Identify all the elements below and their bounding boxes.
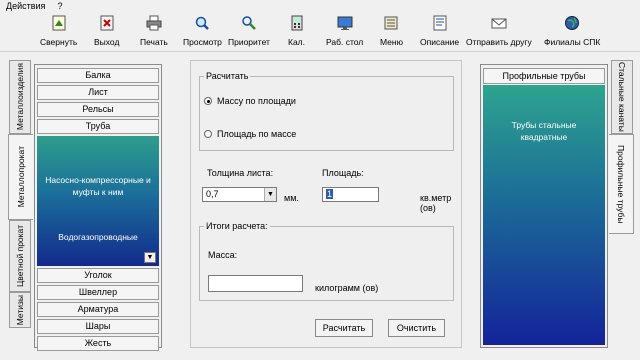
minimize-button[interactable]: Свернуть	[40, 15, 77, 47]
list-item-beam[interactable]: Балка	[37, 68, 159, 83]
exit-icon	[99, 15, 115, 31]
results-title: Итоги расчета:	[206, 221, 268, 231]
radio-area-by-mass[interactable]: Площадь по массе	[204, 129, 296, 139]
calculate-button[interactable]: Расчитать	[315, 319, 373, 337]
profile-pipes-header[interactable]: Профильные трубы	[483, 68, 605, 84]
mass-unit: килограмм (ов)	[315, 283, 379, 293]
dropdown-arrow-icon[interactable]: ▼	[144, 252, 156, 263]
subcategory-water-gas[interactable]: Водогазопроводные	[41, 232, 155, 242]
list-item-pipe[interactable]: Труба	[37, 119, 159, 134]
priority-button[interactable]: Приоритет	[228, 15, 270, 47]
exit-button[interactable]: Выход	[94, 15, 119, 47]
list-item-sheet[interactable]: Лист	[37, 85, 159, 100]
mass-label: Масса:	[208, 250, 238, 260]
menu-actions[interactable]: Действия	[6, 0, 45, 12]
profile-pipes-content: Трубы стальные квадратные	[483, 85, 605, 345]
radio-checked-icon	[204, 97, 212, 105]
menu-icon	[383, 15, 399, 31]
preview-button[interactable]: Просмотр	[183, 15, 222, 47]
right-category-tabs: Стальные канаты Профильные трубы	[609, 60, 635, 240]
printer-icon	[146, 15, 162, 31]
square-steel-pipes-item[interactable]: Трубы стальные квадратные	[493, 119, 595, 143]
menu-bar: Действия ?	[0, 0, 640, 12]
toolbar: Свернуть Выход Печать Просмотр Приоритет…	[0, 12, 640, 52]
list-item-rebar[interactable]: Арматура	[37, 302, 159, 317]
tab-hardware[interactable]: Метизы	[9, 292, 31, 328]
tab-profile-pipes[interactable]: Профильные трубы	[609, 134, 634, 234]
tab-rolled-metal[interactable]: Металлопрокат	[8, 134, 33, 220]
mass-output[interactable]	[208, 275, 303, 292]
chevron-down-icon: ▼	[264, 188, 276, 201]
branches-button[interactable]: Филиалы СПК	[544, 15, 600, 47]
list-item-rails[interactable]: Рельсы	[37, 102, 159, 117]
thickness-select[interactable]: 0,7 ▼	[202, 187, 277, 202]
clear-button[interactable]: Очистить	[388, 319, 445, 337]
send-to-friend-button[interactable]: Отправить другу	[466, 15, 532, 47]
subcategory-pump-compressor[interactable]: Насосно-компрессорные и муфты к ним	[41, 174, 155, 198]
tab-steel-ropes[interactable]: Стальные канаты	[611, 60, 633, 134]
description-icon	[432, 15, 448, 31]
radio-unchecked-icon	[204, 130, 212, 138]
thickness-label: Толщина листа:	[207, 168, 274, 178]
list-item-balls[interactable]: Шары	[37, 319, 159, 334]
calc-mode-group: Расчитать	[199, 71, 454, 151]
calculator-button[interactable]: Кал.	[288, 15, 305, 47]
thickness-unit: мм.	[284, 193, 299, 203]
product-list-panel: Балка Лист Рельсы Труба Насосно-компресс…	[34, 64, 162, 351]
radio-mass-by-area[interactable]: Массу по площади	[204, 96, 296, 106]
menu-help[interactable]: ?	[57, 0, 62, 12]
left-category-tabs: Металлоизделия Металлопрокат Цветной про…	[8, 60, 33, 328]
send-mail-icon	[491, 15, 507, 31]
description-button[interactable]: Описание	[420, 15, 459, 47]
tab-nonferrous[interactable]: Цветной прокат	[9, 220, 31, 292]
list-item-angle[interactable]: Уголок	[37, 268, 159, 283]
area-unit: кв.метр (ов)	[420, 193, 452, 213]
print-button[interactable]: Печать	[140, 15, 168, 47]
globe-icon	[564, 15, 580, 31]
list-item-channel[interactable]: Швеллер	[37, 285, 159, 300]
area-label: Площадь:	[322, 168, 364, 178]
minimize-icon	[51, 15, 67, 31]
calculator-panel: Расчитать Массу по площади Площадь по ма…	[190, 60, 462, 348]
priority-icon	[241, 15, 257, 31]
profile-pipes-panel: Профильные трубы Трубы стальные квадратн…	[480, 64, 608, 348]
magnifier-icon	[194, 15, 210, 31]
desktop-button[interactable]: Раб. стол	[326, 15, 363, 47]
selected-subcategory-panel: Насосно-компрессорные и муфты к ним Водо…	[37, 136, 159, 266]
menu-button[interactable]: Меню	[380, 15, 403, 47]
calc-mode-title: Расчитать	[206, 71, 249, 81]
area-input[interactable]: 1	[322, 187, 379, 202]
calculator-icon	[289, 15, 305, 31]
tab-metal-products[interactable]: Металлоизделия	[9, 60, 31, 134]
desktop-icon	[337, 15, 353, 31]
list-item-tin[interactable]: Жесть	[37, 336, 159, 351]
